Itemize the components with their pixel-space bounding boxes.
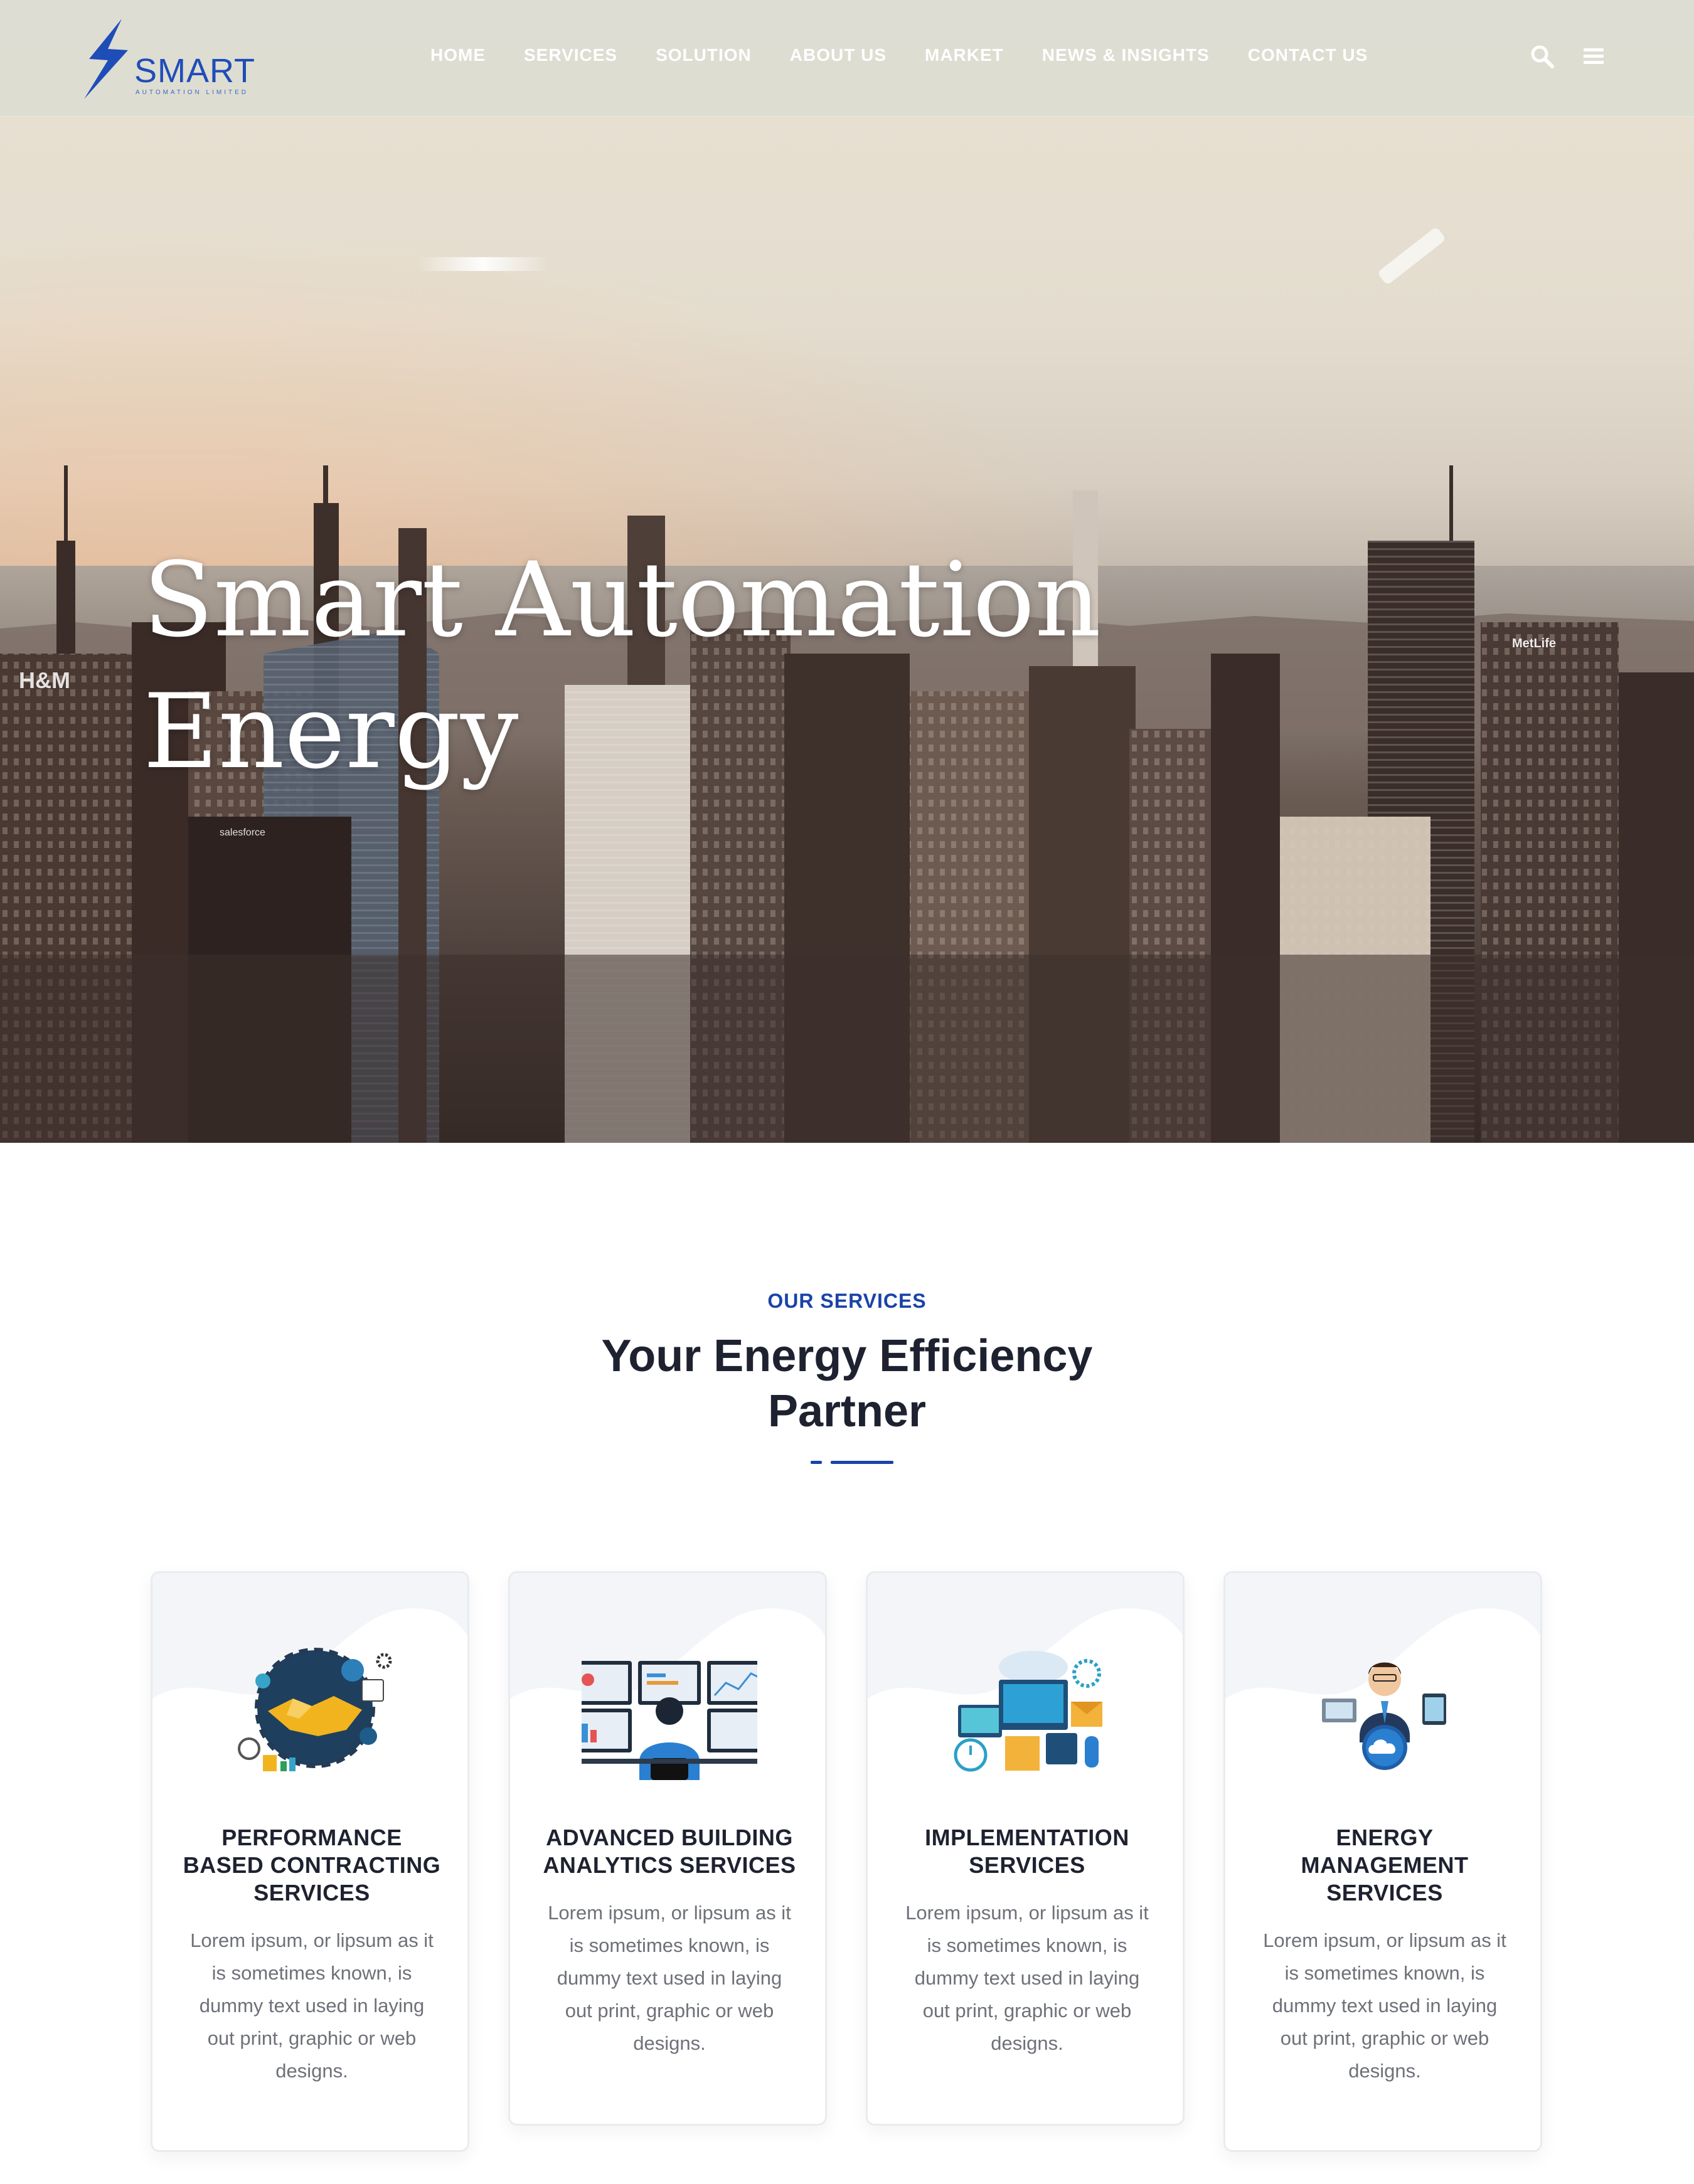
analytics-monitors-icon [582, 1661, 757, 1780]
card-title-line: SERVICES [969, 1852, 1085, 1878]
logo-wordmark: SMART [134, 52, 256, 90]
hero-title-line-1: Smart Automation [143, 540, 1101, 660]
devices-cloud-icon [954, 1651, 1102, 1772]
window-glare [417, 257, 549, 271]
billboard-metlife: MetLife [1512, 637, 1556, 650]
card-title-line: MANAGEMENT [1301, 1852, 1469, 1878]
card-text-line: dummy text used in laying [557, 1967, 782, 1989]
card-title-line: SERVICES [253, 1880, 370, 1906]
service-card-energy-management[interactable]: ENERGY MANAGEMENT SERVICES Lorem ipsum, … [1223, 1571, 1542, 2152]
card-text-line: designs. [1348, 2060, 1421, 2082]
card-description: Lorem ipsum, or lipsum as it is sometime… [181, 1924, 442, 2087]
card-text-line: out print, graphic or web [565, 2000, 774, 2022]
card-text-line: dummy text used in laying [199, 1995, 425, 2017]
card-text-line: Lorem ipsum, or lipsum as it [190, 1929, 434, 1951]
top-navbar: SMART AUTOMATION LIMITED HOME SERVICES S… [0, 0, 1694, 117]
card-title-line: BASED CONTRACTING [183, 1852, 441, 1878]
card-text-line: is sometimes known, is [1284, 1962, 1485, 1984]
card-description: Lorem ipsum, or lipsum as it is sometime… [1254, 1924, 1515, 2087]
services-title-line-2: Partner [767, 1386, 927, 1436]
nav-contact-us[interactable]: CONTACT US [1248, 45, 1368, 65]
nav-solution[interactable]: SOLUTION [656, 45, 752, 65]
card-text-line: is sometimes known, is [211, 1962, 412, 1984]
card-text-line: is sometimes known, is [569, 1934, 770, 1956]
card-text-line: out print, graphic or web [922, 2000, 1132, 2022]
main-nav: HOME SERVICES SOLUTION ABOUT US MARKET N… [430, 45, 1368, 65]
card-title-line: ANALYTICS SERVICES [543, 1852, 796, 1878]
card-text-line: designs. [991, 2032, 1063, 2054]
card-text-line: dummy text used in laying [914, 1967, 1140, 1989]
billboard-salesforce: salesforce [220, 827, 265, 838]
nav-services[interactable]: SERVICES [524, 45, 617, 65]
brand-logo[interactable]: SMART AUTOMATION LIMITED [83, 19, 265, 99]
services-kicker: OUR SERVICES [767, 1290, 927, 1312]
card-text-line: Lorem ipsum, or lipsum as it [905, 1902, 1149, 1924]
card-text-line: designs. [633, 2032, 706, 2054]
hero-title-line-2: Energy [143, 672, 519, 792]
card-text-line: is sometimes known, is [927, 1934, 1127, 1956]
services-title-line-1: Your Energy Efficiency [601, 1331, 1093, 1381]
card-title-line: ADVANCED BUILDING [546, 1825, 793, 1850]
nav-home[interactable]: HOME [430, 45, 486, 65]
logo-tagline: AUTOMATION LIMITED [136, 89, 248, 96]
card-text-line: out print, graphic or web [1280, 2027, 1489, 2049]
card-title-line: PERFORMANCE [221, 1825, 402, 1850]
lightning-bolt-icon [84, 19, 128, 99]
hero-section: H&M salesforce MetLife SMART AUTOMATION … [0, 0, 1694, 1143]
hero-title: Smart Automation Energy [143, 534, 1147, 798]
nav-market[interactable]: MARKET [925, 45, 1004, 65]
card-text-line: designs. [275, 2060, 348, 2082]
services-title: Your Energy Efficiency Partner [533, 1328, 1161, 1439]
card-title: ADVANCED BUILDING ANALYTICS SERVICES [529, 1824, 810, 1879]
nav-news-insights[interactable]: NEWS & INSIGHTS [1042, 45, 1210, 65]
card-description: Lorem ipsum, or lipsum as it is sometime… [539, 1897, 800, 2060]
nav-actions [1530, 44, 1606, 69]
businessman-cloud-icon [1322, 1662, 1446, 1770]
card-title: PERFORMANCE BASED CONTRACTING SERVICES [171, 1824, 452, 1907]
card-text-line: Lorem ipsum, or lipsum as it [548, 1902, 791, 1924]
service-card-performance[interactable]: PERFORMANCE BASED CONTRACTING SERVICES L… [151, 1571, 469, 2152]
card-text-line: out print, graphic or web [207, 2027, 417, 2049]
card-text-line: Lorem ipsum, or lipsum as it [1263, 1929, 1506, 1951]
card-title: ENERGY MANAGEMENT SERVICES [1244, 1824, 1525, 1907]
card-title-line: ENERGY [1336, 1825, 1434, 1850]
card-title-line: IMPLEMENTATION [925, 1825, 1129, 1850]
menu-icon[interactable] [1581, 44, 1606, 69]
card-description: Lorem ipsum, or lipsum as it is sometime… [897, 1897, 1158, 2060]
billboard-hm: H&M [19, 667, 70, 693]
service-card-implementation[interactable]: IMPLEMENTATION SERVICES Lorem ipsum, or … [866, 1571, 1185, 2126]
title-divider [811, 1461, 893, 1465]
search-icon[interactable] [1530, 44, 1555, 69]
card-title: IMPLEMENTATION SERVICES [887, 1824, 1168, 1879]
card-title-line: SERVICES [1326, 1880, 1443, 1906]
card-text-line: dummy text used in laying [1272, 1995, 1498, 2017]
nav-about-us[interactable]: ABOUT US [790, 45, 887, 65]
handshake-gears-icon [238, 1648, 392, 1771]
service-card-analytics[interactable]: ADVANCED BUILDING ANALYTICS SERVICES Lor… [508, 1571, 827, 2126]
